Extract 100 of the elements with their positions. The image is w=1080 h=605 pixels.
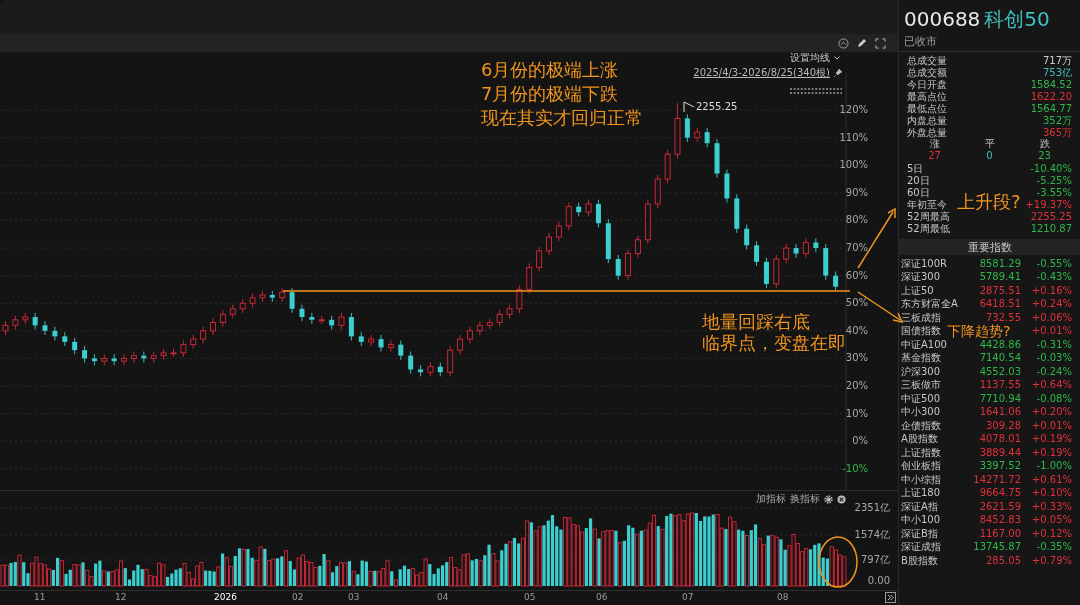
axis-label: 797亿 (860, 555, 890, 565)
market-status: 已收市 (903, 36, 938, 47)
close-icon[interactable] (837, 494, 846, 504)
index-value: 7710.94 (978, 393, 1021, 404)
index-change: -0.03% (1035, 353, 1072, 364)
index-value: 4428.86 (978, 339, 1021, 350)
breadth-label: 涨 (929, 139, 941, 151)
index-value: 4078.01 (978, 434, 1021, 445)
index-name[interactable]: 深证成指 (901, 542, 941, 553)
switch-indicator-link[interactable]: 换指标 (790, 494, 820, 504)
annotation-text: 下降趋势? (947, 324, 1011, 338)
axis-label: 80% (845, 215, 868, 226)
index-name[interactable]: 创业板指 (901, 461, 941, 472)
stat-label: 总成交额 (907, 68, 947, 78)
index-name[interactable]: 中小综指 (901, 474, 941, 485)
candlestick (595, 199, 601, 228)
index-change: +0.24% (1030, 299, 1072, 310)
axis-label: 60% (845, 270, 868, 281)
index-value: 1641.06 (978, 407, 1021, 418)
high-marker-flag (683, 101, 695, 113)
settings-icon[interactable] (824, 494, 833, 504)
candlestick (555, 221, 562, 242)
index-name[interactable]: 中小300 (901, 407, 941, 418)
index-name[interactable]: 基金指数 (901, 353, 941, 364)
candlestick (368, 334, 375, 347)
candlestick (744, 224, 750, 250)
index-name[interactable]: 企债指数 (901, 420, 941, 431)
time-label: 2026 (214, 593, 237, 602)
stat-label: 最低点位 (907, 104, 947, 114)
scroll-right-button[interactable] (885, 592, 896, 603)
index-change: +0.12% (1030, 528, 1072, 539)
time-label: 04 (437, 593, 449, 602)
index-name[interactable]: 上证50 (901, 285, 934, 296)
candlestick (309, 312, 315, 325)
axis-label: 100% (839, 160, 868, 171)
period-change: +19.37% (1025, 200, 1072, 210)
index-name[interactable]: 中小100 (901, 515, 941, 526)
candlestick (754, 240, 760, 267)
add-indicator-link[interactable]: 加指标 (756, 494, 786, 504)
pin-icon[interactable] (834, 69, 842, 77)
index-name[interactable]: 三板做市 (901, 380, 941, 391)
candlestick (447, 345, 454, 377)
axis-label: 0.00 (867, 576, 890, 586)
index-name[interactable]: 中证A100 (901, 339, 947, 350)
index-change: +0.61% (1030, 474, 1072, 485)
axis-label: 70% (845, 243, 868, 254)
index-value: 2875.51 (978, 285, 1021, 296)
index-value: 8581.29 (978, 258, 1021, 269)
high-price-label: 2255.25 (696, 102, 738, 112)
candlestick (476, 320, 483, 336)
index-name[interactable]: 沪深300 (901, 366, 941, 377)
index-name[interactable]: 深证300 (901, 272, 941, 283)
time-label: 07 (682, 593, 694, 602)
candlestick (131, 351, 137, 364)
index-name[interactable]: 深证B指 (901, 528, 938, 539)
index-name[interactable]: 中证500 (901, 393, 941, 404)
candlestick (32, 312, 38, 330)
annotation-text: 现在其实才回归正常 (481, 106, 643, 130)
stat-label: 内盘总量 (907, 116, 947, 126)
index-value: 4552.03 (978, 366, 1021, 377)
candlestick (42, 320, 48, 336)
candlestick (615, 254, 621, 281)
annotation-text: 7月份的极端下跌 (481, 82, 619, 106)
index-name[interactable]: B股指数 (901, 555, 938, 566)
index-name[interactable]: 国债指数 (901, 326, 941, 337)
breadth-count: 23 (1037, 151, 1052, 163)
stat-value: 1584.52 (1030, 80, 1072, 90)
candlestick (565, 202, 572, 231)
period-label: 52周最高 (907, 212, 950, 222)
index-value: 1137.55 (978, 380, 1021, 391)
time-label: 03 (348, 593, 360, 602)
index-change: -0.55% (1035, 258, 1072, 269)
candlestick (408, 351, 414, 375)
index-name[interactable]: A股指数 (901, 434, 938, 445)
index-name[interactable]: 东方财富全A (901, 299, 958, 310)
date-range-link[interactable]: 2025/4/3-2026/8/25(340根) (693, 68, 830, 78)
index-change: +0.06% (1030, 312, 1072, 323)
expand-icon[interactable] (875, 37, 886, 49)
index-name[interactable]: 上证180 (901, 488, 941, 499)
collapse-icon[interactable] (838, 37, 849, 49)
index-change: -0.24% (1035, 366, 1072, 377)
axis-label: 110% (839, 132, 868, 143)
index-change: +0.20% (1030, 407, 1072, 418)
index-name[interactable]: 三板成指 (901, 312, 941, 323)
pen-icon[interactable] (857, 38, 867, 48)
candlestick (536, 246, 543, 272)
index-value: 8452.83 (978, 515, 1021, 526)
stat-value: 717万 (1042, 56, 1072, 66)
index-value: 9664.75 (978, 488, 1021, 499)
period-label: 年初至今 (907, 200, 947, 210)
index-name[interactable]: 上证指数 (901, 447, 941, 458)
index-name[interactable]: 深证100R (901, 258, 948, 269)
moving-average-setting[interactable]: 设置均线 (790, 53, 830, 63)
index-name[interactable]: 深证A指 (901, 501, 938, 512)
index-change: +0.01% (1030, 420, 1072, 431)
stat-value: 352万 (1042, 116, 1072, 126)
candlestick (546, 232, 552, 256)
axis-label: 50% (845, 298, 868, 309)
index-value: 3397.52 (978, 461, 1021, 472)
index-change: -0.35% (1035, 542, 1072, 553)
